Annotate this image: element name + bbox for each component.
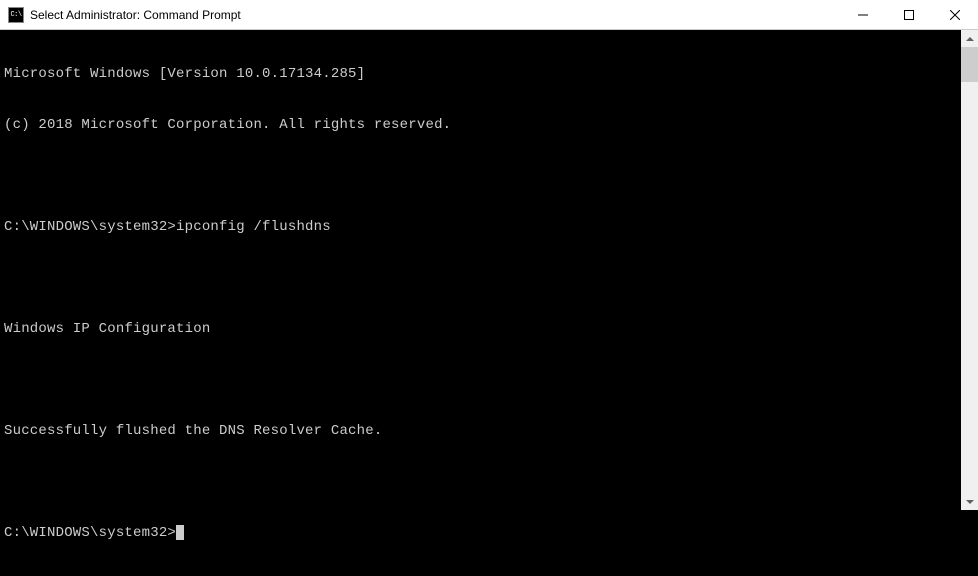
- scroll-down-button[interactable]: [961, 493, 978, 510]
- scrollbar[interactable]: [961, 30, 978, 510]
- scroll-up-button[interactable]: [961, 30, 978, 47]
- terminal-line: Microsoft Windows [Version 10.0.17134.28…: [4, 66, 957, 83]
- terminal-line: [4, 474, 957, 491]
- terminal-line: Successfully flushed the DNS Resolver Ca…: [4, 423, 957, 440]
- minimize-button[interactable]: [840, 0, 886, 29]
- terminal-line: [4, 168, 957, 185]
- terminal-output[interactable]: Microsoft Windows [Version 10.0.17134.28…: [0, 30, 961, 510]
- cursor-icon: [176, 525, 184, 540]
- terminal-line: Windows IP Configuration: [4, 321, 957, 338]
- chevron-down-icon: [966, 500, 974, 504]
- scroll-thumb[interactable]: [961, 47, 978, 82]
- minimize-icon: [858, 10, 868, 20]
- terminal-prompt: C:\WINDOWS\system32>: [4, 525, 176, 541]
- window-title: Select Administrator: Command Prompt: [30, 8, 840, 22]
- terminal-line: C:\WINDOWS\system32>ipconfig /flushdns: [4, 219, 957, 236]
- close-button[interactable]: [932, 0, 978, 29]
- terminal-prompt-line: C:\WINDOWS\system32>: [4, 525, 957, 542]
- maximize-button[interactable]: [886, 0, 932, 29]
- titlebar[interactable]: C:\ Select Administrator: Command Prompt: [0, 0, 978, 30]
- maximize-icon: [904, 10, 914, 20]
- chevron-up-icon: [966, 37, 974, 41]
- terminal-line: [4, 372, 957, 389]
- close-icon: [950, 10, 960, 20]
- app-icon: C:\: [8, 7, 24, 23]
- terminal-line: [4, 270, 957, 287]
- terminal-line: (c) 2018 Microsoft Corporation. All righ…: [4, 117, 957, 134]
- window-controls: [840, 0, 978, 29]
